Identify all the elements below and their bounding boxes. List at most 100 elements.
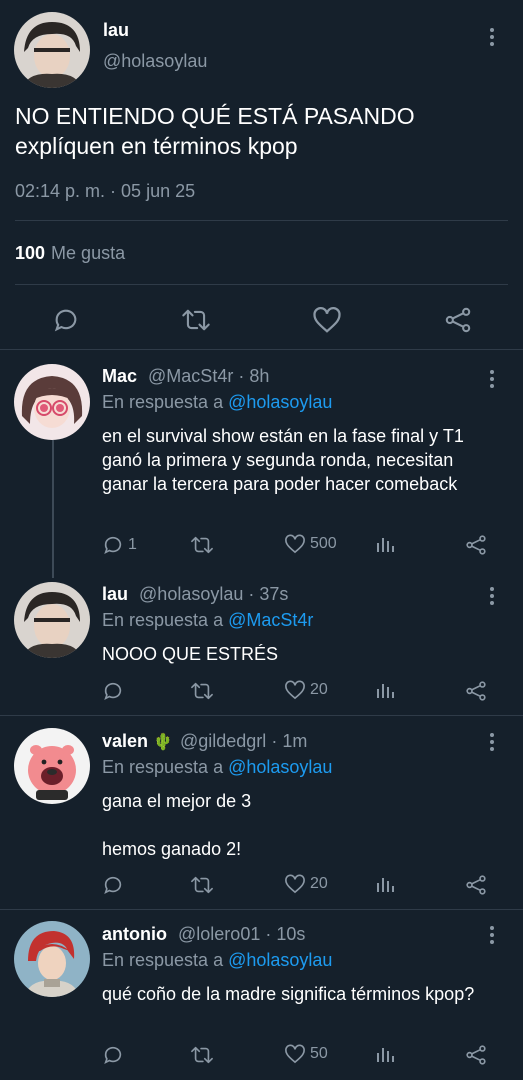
share-icon[interactable] [444,306,472,334]
in-reply-to-label: En respuesta a [102,757,224,777]
reply-bubble-icon [104,1046,122,1064]
reply-author-handle[interactable]: @MacSt4r [148,366,233,386]
heart-icon [285,534,305,554]
reply-time: · 1m [271,731,308,751]
reply-tweet[interactable]: antonio @lolero01 · 10s En respuesta a @… [0,924,523,1054]
reply-text: en el survival show están en la fase fin… [102,426,464,494]
more-vertical-icon[interactable] [488,370,496,388]
reply-author-name[interactable]: valen [102,731,148,751]
reply-author-handle[interactable]: @lolero01 [178,924,260,944]
analytics-button[interactable] [375,680,395,700]
main-author-handle[interactable]: @holasoylau [103,51,207,72]
in-reply-to: En respuesta a @holasoylau [102,392,332,413]
like-button[interactable]: 20 [284,874,328,894]
divider [0,349,523,350]
reply-button[interactable] [102,1044,124,1066]
reply-button[interactable]: 1 [102,534,137,556]
in-reply-to: En respuesta a @holasoylau [102,757,332,778]
like-button[interactable]: 50 [284,1044,328,1064]
reply-count: 1 [128,536,137,553]
likes-label: Me gusta [51,243,126,263]
divider [0,909,523,910]
reply-author-name[interactable]: Mac [102,366,137,386]
reply-actions: 20 [102,680,502,704]
heart-icon [285,1044,305,1064]
in-reply-to-label: En respuesta a [102,950,224,970]
retweet-icon [191,682,213,700]
likes-count: 100 [15,243,46,263]
analytics-icon [377,1048,394,1062]
reply-author-handle[interactable]: @gildedgrl [180,731,266,751]
divider [0,715,523,716]
reply-time: · 8h [238,366,270,386]
analytics-button[interactable] [375,534,395,554]
more-vertical-icon[interactable] [488,587,496,605]
heart-icon [285,680,305,700]
like-count: 20 [310,681,328,698]
reply-bubble-icon [104,876,122,894]
reply-time: · 10s [265,924,306,944]
reply-author-name[interactable]: antonio [102,924,167,944]
like-button[interactable]: 20 [284,680,328,700]
main-tweet-timestamp: 02:14 p. m. · 05 jun 25 [15,181,196,201]
in-reply-to-handle[interactable]: @holasoylau [228,950,332,970]
share-icon [466,1045,486,1065]
in-reply-to-handle[interactable]: @holasoylau [228,757,332,777]
in-reply-to-handle[interactable]: @holasoylau [228,392,332,412]
reply-author-name[interactable]: lau [102,584,128,604]
likes-summary[interactable]: 100 Me gusta [15,243,125,264]
reply-header: antonio @lolero01 · 10s [102,924,305,945]
main-author-name[interactable]: lau [103,20,129,41]
reply-bubble-icon [104,682,122,700]
reply-button[interactable] [102,680,124,702]
share-button[interactable] [465,1044,487,1066]
reply-bubble-icon[interactable] [52,306,80,334]
reply-actions: 20 [102,874,502,898]
reply-text: gana el mejor de 3 hemos ganado 2! [102,791,252,859]
analytics-icon [377,538,394,552]
reply-author-handle[interactable]: @holasoylau [139,584,243,604]
retweet-button[interactable] [190,680,214,702]
in-reply-to-label: En respuesta a [102,610,224,630]
reply-text: qué coño de la madre significa términos … [102,984,475,1004]
reply-header: valen 🌵 @gildedgrl · 1m [102,731,307,752]
analytics-icon [377,878,394,892]
reply-header: lau @holasoylau · 37s [102,584,288,605]
reply-text: NOOO QUE ESTRÉS [102,644,279,664]
analytics-button[interactable] [375,874,395,894]
more-vertical-icon[interactable] [488,926,496,944]
name-badge-emoji: 🌵 [153,734,173,751]
reply-button[interactable] [102,874,124,896]
retweet-icon [191,876,213,894]
more-vertical-icon[interactable] [488,28,496,46]
analytics-button[interactable] [375,1044,395,1064]
heart-icon[interactable] [312,306,342,334]
in-reply-to-label: En respuesta a [102,392,224,412]
reply-time: · 37s [248,584,289,604]
share-button[interactable] [465,680,487,702]
reply-tweet[interactable]: valen 🌵 @gildedgrl · 1m En respuesta a @… [0,731,523,891]
retweet-button[interactable] [190,874,214,896]
retweet-button[interactable] [190,1044,214,1066]
main-tweet-text: NO ENTIENDO QUÉ ESTÁ PASANDO explíquen e… [15,103,415,159]
heart-icon [285,874,305,894]
main-author-avatar[interactable] [14,12,90,88]
like-count: 20 [310,875,328,892]
in-reply-to: En respuesta a @holasoylau [102,950,332,971]
retweet-icon [191,536,213,554]
share-icon [466,875,486,895]
like-count: 50 [310,1045,328,1062]
share-icon [466,681,486,701]
reply-tweet[interactable]: lau @holasoylau · 37s En respuesta a @Ma… [0,584,523,694]
divider [15,220,508,221]
share-icon [466,535,486,555]
retweet-icon[interactable] [181,306,211,334]
like-button[interactable]: 500 [284,534,337,554]
like-count: 500 [310,535,337,552]
retweet-button[interactable] [190,534,214,556]
share-button[interactable] [465,534,487,556]
reply-header: Mac @MacSt4r · 8h [102,366,269,387]
more-vertical-icon[interactable] [488,733,496,751]
in-reply-to-handle[interactable]: @MacSt4r [228,610,313,630]
share-button[interactable] [465,874,487,896]
